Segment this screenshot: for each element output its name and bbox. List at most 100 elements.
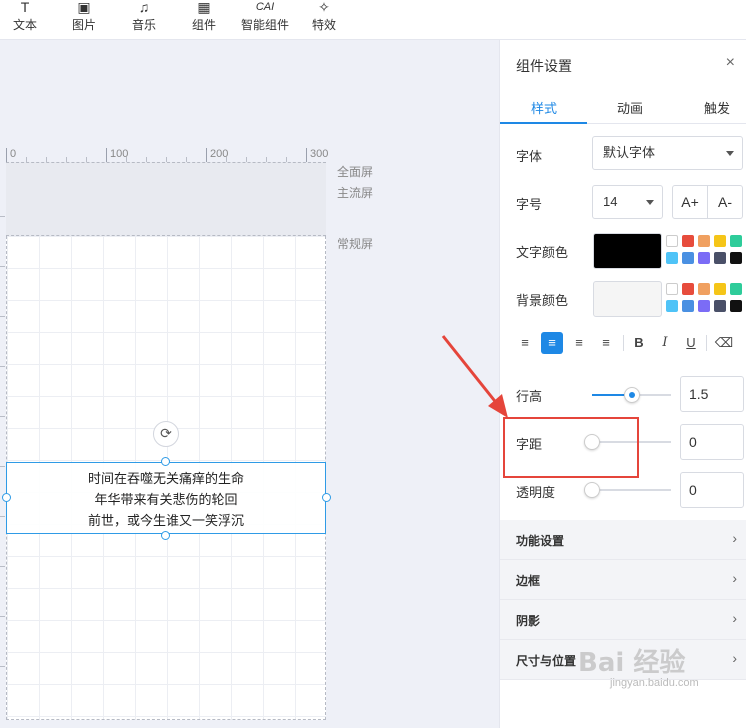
settings-tabs: 样式 动画 触发 <box>500 88 746 124</box>
color-swatch[interactable] <box>682 252 694 264</box>
chevron-down-icon <box>646 200 654 205</box>
text-color-label: 文字颜色 <box>516 245 569 260</box>
highlight-box <box>503 417 639 478</box>
align-center-icon[interactable]: ≡ <box>541 332 563 354</box>
watermark-logo: Bai 经验 <box>578 648 686 678</box>
color-swatch[interactable] <box>682 235 694 247</box>
music-icon: ♫ <box>138 0 150 15</box>
font-size-select[interactable]: 14 <box>592 185 663 219</box>
section-shadow[interactable]: 阴影 › <box>500 600 746 640</box>
color-swatch[interactable] <box>682 283 694 295</box>
section-label: 阴影 <box>516 614 541 628</box>
font-select[interactable]: 默认字体 <box>592 136 743 170</box>
color-swatch[interactable] <box>730 252 742 264</box>
watermark-url: jingyan.baidu.com <box>610 677 699 689</box>
color-swatch[interactable] <box>698 235 710 247</box>
color-swatch[interactable] <box>698 283 710 295</box>
section-label: 边框 <box>516 574 541 588</box>
opacity-input[interactable]: 0 <box>680 472 744 508</box>
ruler-label: 200 <box>210 148 229 160</box>
slider-knob[interactable] <box>584 482 600 498</box>
toolbar-text-button[interactable]: T 文本 <box>0 0 50 40</box>
toolbar-component-label: 组件 <box>191 18 216 32</box>
color-swatch[interactable] <box>666 235 678 247</box>
text-color-swatch[interactable] <box>593 233 662 269</box>
close-icon[interactable]: × <box>726 54 735 72</box>
image-icon: ▣ <box>77 0 91 15</box>
color-swatch[interactable] <box>714 300 726 312</box>
top-toolbar: T 文本 ▣ 图片 ♫ 音乐 ▦ 组件 CAI 智能组件 ✧ 特效 <box>0 0 746 40</box>
toolbar-image-button[interactable]: ▣ 图片 <box>59 0 109 40</box>
toolbar-text-label: 文本 <box>12 18 37 32</box>
font-size-decrease-button[interactable]: A- <box>707 185 743 219</box>
tab-animation[interactable]: 动画 <box>617 98 643 117</box>
letter-spacing-input[interactable]: 0 <box>680 424 744 460</box>
clear-format-icon[interactable]: ⌫ <box>713 332 735 354</box>
color-swatch[interactable] <box>666 300 678 312</box>
underline-icon[interactable]: U <box>680 332 702 354</box>
toolbar-music-button[interactable]: ♫ 音乐 <box>119 0 169 40</box>
active-tab-indicator <box>500 122 587 124</box>
slider-knob[interactable] <box>624 387 640 403</box>
font-select-value: 默认字体 <box>603 145 656 160</box>
toolbar-effects-button[interactable]: ✧ 特效 <box>299 0 349 40</box>
section-label: 尺寸与位置 <box>516 654 577 668</box>
resize-handle-bottom[interactable] <box>161 531 170 540</box>
chevron-down-icon <box>726 151 734 156</box>
component-settings-panel: 组件设置 × 样式 动画 触发 字体 默认字体 字号 14 A+ A- 文字颜色… <box>499 40 746 728</box>
color-swatch[interactable] <box>666 252 678 264</box>
font-size-label: 字号 <box>516 197 543 212</box>
toolbar-effects-label: 特效 <box>311 18 336 32</box>
font-size-increase-button[interactable]: A+ <box>672 185 708 219</box>
section-function-settings[interactable]: 功能设置 › <box>500 520 746 560</box>
section-border[interactable]: 边框 › <box>500 560 746 600</box>
selected-text-component[interactable]: 时间在吞噬无关痛痒的生命 年华带来有关悲伤的轮回 前世，或今生谁又一笑浮沉 <box>6 462 326 534</box>
rotate-handle-icon[interactable]: ⟳ <box>153 421 179 447</box>
resize-handle-left[interactable] <box>2 493 11 502</box>
opacity-slider[interactable] <box>584 482 671 498</box>
toolbar-music-label: 音乐 <box>131 18 156 32</box>
line-height-label: 行高 <box>516 389 543 404</box>
text-icon: T <box>20 0 30 15</box>
ruler-label: 100 <box>110 148 129 160</box>
full-screen-label: 全面屏 <box>337 165 374 179</box>
align-justify-icon[interactable]: ≡ <box>595 332 617 354</box>
bold-icon[interactable]: B <box>628 332 650 354</box>
toolbar-smart-component-button[interactable]: CAI 智能组件 <box>237 0 293 40</box>
resize-handle-right[interactable] <box>322 493 331 502</box>
color-swatch[interactable] <box>714 235 726 247</box>
toolbar-component-button[interactable]: ▦ 组件 <box>179 0 229 40</box>
tab-trigger[interactable]: 触发 <box>704 98 730 117</box>
cai-icon: CAI <box>255 1 275 13</box>
text-line: 前世，或今生谁又一笑浮沉 <box>87 513 244 528</box>
color-swatch[interactable] <box>730 283 742 295</box>
color-swatch[interactable] <box>730 235 742 247</box>
color-swatch[interactable] <box>714 252 726 264</box>
italic-icon[interactable]: I <box>654 332 676 354</box>
tab-style[interactable]: 样式 <box>531 98 557 117</box>
horizontal-ruler: 0 100 200 300 <box>6 148 336 162</box>
align-right-icon[interactable]: ≡ <box>568 332 590 354</box>
resize-handle-top[interactable] <box>161 457 170 466</box>
toolbar-smart-component-label: 智能组件 <box>240 18 289 32</box>
color-swatch[interactable] <box>666 283 678 295</box>
color-swatch[interactable] <box>698 300 710 312</box>
chevron-right-icon: › <box>732 530 737 546</box>
color-swatch[interactable] <box>714 283 726 295</box>
chevron-right-icon: › <box>732 650 737 666</box>
screen-safe-zone <box>6 162 326 236</box>
opacity-label: 透明度 <box>516 485 556 500</box>
main-screen-label: 主流屏 <box>337 186 374 200</box>
text-format-toolbar: ≡ ≡ ≡ ≡ B I U ⌫ <box>514 332 744 356</box>
color-swatch[interactable] <box>682 300 694 312</box>
line-height-slider[interactable] <box>592 387 671 403</box>
color-swatch[interactable] <box>698 252 710 264</box>
panel-title: 组件设置 <box>516 58 572 74</box>
grid-icon: ▦ <box>197 0 211 15</box>
background-color-swatch[interactable] <box>593 281 662 317</box>
color-swatch[interactable] <box>730 300 742 312</box>
align-left-icon[interactable]: ≡ <box>514 332 536 354</box>
toolbar-image-label: 图片 <box>71 18 96 32</box>
background-color-label: 背景颜色 <box>516 293 569 308</box>
line-height-input[interactable]: 1.5 <box>680 376 744 412</box>
